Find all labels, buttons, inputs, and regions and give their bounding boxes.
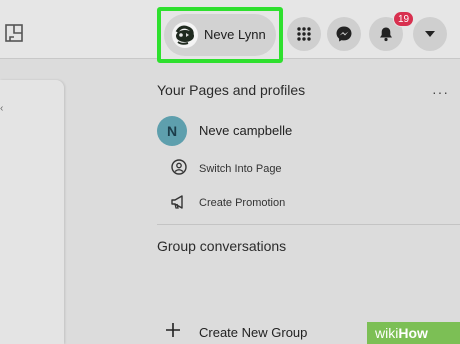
account-menu-button[interactable]: [413, 17, 447, 51]
create-new-group-label[interactable]: Create New Group: [199, 325, 307, 340]
plus-icon[interactable]: [164, 321, 182, 339]
left-side-panel: [0, 80, 64, 344]
grid-menu-button[interactable]: [287, 17, 321, 51]
pages-section-title: Your Pages and profiles: [157, 82, 306, 98]
bell-icon: [380, 27, 392, 42]
page-avatar[interactable]: N: [157, 116, 187, 146]
messenger-icon: [336, 26, 352, 42]
create-promotion-label[interactable]: Create Promotion: [199, 197, 285, 209]
chameleon-avatar[interactable]: [172, 22, 198, 48]
megaphone-icon: [171, 195, 183, 209]
chevron-left-icon[interactable]: ‹: [0, 103, 3, 114]
more-options-icon[interactable]: ···: [432, 84, 449, 100]
switch-into-page-label[interactable]: Switch Into Page: [199, 163, 282, 175]
layout-icon[interactable]: [5, 24, 23, 42]
grid-menu-icon: [297, 27, 311, 41]
switch-profile-icon: [171, 159, 187, 175]
wikihow-watermark: wikiHow: [367, 322, 460, 344]
notification-badge: 19: [393, 11, 415, 27]
profile-name[interactable]: Neve Lynn: [204, 27, 266, 42]
group-conversations-title: Group conversations: [157, 238, 287, 254]
caret-down-icon: [425, 31, 435, 37]
page-name[interactable]: Neve campbelle: [199, 123, 292, 138]
section-divider: [157, 224, 460, 225]
messenger-button[interactable]: [327, 17, 361, 51]
